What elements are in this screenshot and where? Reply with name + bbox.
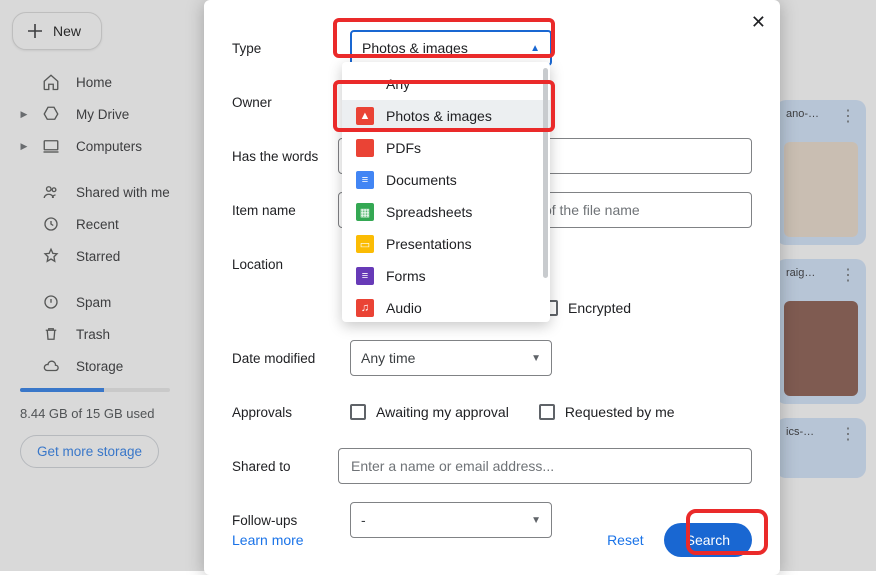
label-type: Type	[232, 41, 350, 56]
filetype-icon: ▭	[356, 235, 374, 253]
label-item-name: Item name	[232, 203, 338, 218]
date-modified-value: Any time	[361, 350, 415, 366]
label-owner: Owner	[232, 95, 350, 110]
filetype-icon: ▦	[356, 203, 374, 221]
type-option[interactable]: ♫ Audio	[342, 292, 550, 322]
type-option[interactable]: ▦ Spreadsheets	[342, 196, 550, 228]
label-location: Location	[232, 257, 350, 272]
type-option[interactable]: Any	[342, 68, 550, 100]
approvals-requested-label: Requested by me	[565, 404, 675, 420]
learn-more-link[interactable]: Learn more	[232, 532, 304, 548]
type-option[interactable]: PDFs	[342, 132, 550, 164]
type-option[interactable]: ▲ Photos & images	[342, 100, 550, 132]
type-option-label: Forms	[386, 268, 426, 284]
approvals-awaiting-checkbox[interactable]: Awaiting my approval	[350, 404, 509, 420]
approvals-awaiting-label: Awaiting my approval	[376, 404, 509, 420]
caret-up-icon: ▲	[530, 43, 540, 54]
filetype-icon: ≡	[356, 171, 374, 189]
caret-down-icon: ▼	[531, 353, 541, 364]
filetype-icon: ♫	[356, 299, 374, 317]
label-has-words: Has the words	[232, 149, 338, 164]
type-option[interactable]: ▭ Presentations	[342, 228, 550, 260]
label-approvals: Approvals	[232, 405, 350, 420]
type-option[interactable]: ≡ Documents	[342, 164, 550, 196]
encrypted-label: Encrypted	[568, 300, 631, 316]
type-select-value: Photos & images	[362, 40, 468, 56]
type-option-label: Documents	[386, 172, 457, 188]
close-icon[interactable]: ✕	[751, 12, 766, 33]
checkbox-icon[interactable]	[350, 404, 366, 420]
type-dropdown: Any ▲ Photos & images PDFs ≡ Documents ▦ Spread…	[342, 62, 550, 322]
type-option-label: Photos & images	[386, 108, 492, 124]
approvals-requested-checkbox[interactable]: Requested by me	[539, 404, 675, 420]
scrollbar[interactable]	[543, 68, 548, 278]
type-option[interactable]: ≡ Forms	[342, 260, 550, 292]
filetype-icon	[356, 139, 374, 157]
label-shared-to: Shared to	[232, 459, 338, 474]
encrypted-checkbox-row[interactable]: Encrypted	[542, 300, 631, 316]
label-date-modified: Date modified	[232, 351, 350, 366]
search-button[interactable]: Search	[664, 523, 752, 557]
type-select[interactable]: Photos & images ▲	[350, 30, 552, 66]
type-option-label: PDFs	[386, 140, 421, 156]
filetype-icon: ▲	[356, 107, 374, 125]
checkbox-icon[interactable]	[539, 404, 555, 420]
shared-to-input[interactable]	[338, 448, 752, 484]
type-option-label: Audio	[386, 300, 422, 316]
filetype-icon: ≡	[356, 267, 374, 285]
date-modified-select[interactable]: Any time ▼	[350, 340, 552, 376]
type-option-label: Presentations	[386, 236, 472, 252]
type-option-label: Any	[386, 76, 410, 92]
type-option-label: Spreadsheets	[386, 204, 472, 220]
reset-button[interactable]: Reset	[607, 532, 644, 548]
filetype-icon	[356, 75, 374, 93]
